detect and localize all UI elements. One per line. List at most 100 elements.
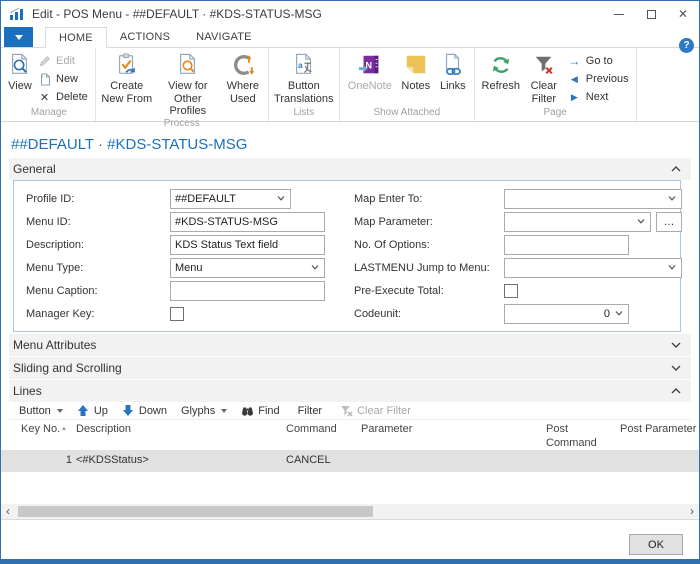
view-button[interactable]: View (6, 50, 34, 93)
view-for-other-profiles-button[interactable]: View for Other Profiles (155, 50, 221, 118)
chevron-down-icon (637, 219, 645, 224)
links-button[interactable]: Links (435, 50, 471, 93)
create-new-from-button[interactable]: Create New From (99, 50, 155, 105)
pre-execute-total-checkbox[interactable] (504, 284, 518, 298)
maximize-button[interactable] (635, 1, 667, 27)
app-menu-button[interactable] (4, 27, 33, 47)
field-label: Map Parameter: (354, 216, 504, 228)
manager-key-checkbox[interactable] (170, 307, 184, 321)
ribbon-group-page: Refresh Clear Filter → Go to (475, 48, 637, 121)
glyphs-menu[interactable]: Glyphs (181, 405, 227, 417)
chevron-up-icon (671, 388, 681, 394)
ok-button[interactable]: OK (629, 534, 683, 555)
chevron-down-icon (671, 365, 681, 371)
next-triangle-icon: ▶ (568, 91, 581, 104)
column-header-post-parameter[interactable]: Post Parameter (620, 423, 696, 435)
clear-filter-button[interactable]: Clear Filter (524, 50, 564, 105)
onenote-icon: N (357, 52, 383, 78)
minimize-button[interactable] (603, 1, 635, 27)
move-down-button[interactable]: Down (122, 404, 167, 417)
group-label-show-attached: Show Attached (343, 107, 471, 121)
column-header-command[interactable]: Command (286, 423, 337, 435)
new-button[interactable]: New (34, 70, 92, 88)
chevron-down-icon (277, 196, 285, 201)
column-header-description[interactable]: Description (76, 423, 131, 435)
map-enter-to-combo[interactable] (504, 189, 682, 209)
field-label: Codeunit: (354, 308, 504, 320)
document-search-icon (175, 52, 201, 78)
down-arrow-icon (122, 404, 135, 417)
previous-button[interactable]: ◀ Previous (564, 70, 633, 88)
column-header-parameter[interactable]: Parameter (361, 423, 412, 435)
clear-filter-small-icon (340, 404, 353, 417)
group-label-process: Process (99, 118, 265, 132)
edit-pencil-icon (38, 55, 51, 68)
help-icon[interactable]: ? (679, 38, 694, 53)
section-header-general[interactable]: General (9, 158, 691, 180)
go-to-button[interactable]: → Go to (564, 52, 633, 70)
menu-type-select[interactable]: Menu (170, 258, 325, 278)
delete-button[interactable]: ✕ Delete (34, 88, 92, 106)
section-header-lines[interactable]: Lines (9, 380, 691, 402)
scrollbar-track[interactable] (17, 506, 683, 517)
tab-home[interactable]: HOME (45, 27, 107, 48)
ribbon: View Edit (1, 48, 699, 122)
clipboard-check-icon (114, 52, 140, 78)
lastmenu-jump-combo[interactable] (504, 258, 682, 278)
column-header-post-command[interactable]: Post Command (546, 423, 604, 451)
onenote-button[interactable]: N OneNote (343, 50, 397, 93)
menu-id-input[interactable]: #KDS-STATUS-MSG (170, 212, 325, 232)
clear-filter-lines-button[interactable]: Clear Filter (340, 404, 411, 417)
menu-caption-input[interactable] (170, 281, 325, 301)
app-logo-icon (9, 7, 25, 21)
map-parameter-lookup-button[interactable]: … (656, 212, 682, 232)
field-label: Map Enter To: (354, 193, 504, 205)
maximize-icon (647, 10, 656, 19)
scroll-left-icon[interactable]: ‹ (1, 505, 15, 518)
close-button[interactable]: ✕ (667, 1, 699, 27)
map-parameter-combo[interactable] (504, 212, 651, 232)
notes-button[interactable]: Notes (397, 50, 435, 93)
refresh-button[interactable]: Refresh (478, 50, 524, 93)
svg-text:a: a (298, 60, 303, 70)
previous-triangle-icon: ◀ (568, 73, 581, 86)
refresh-icon (488, 52, 514, 78)
where-used-button[interactable]: Where Used (221, 50, 265, 105)
profile-id-combo[interactable]: ##DEFAULT (170, 189, 291, 209)
chevron-down-icon (671, 342, 681, 348)
scroll-right-icon[interactable]: › (685, 505, 699, 518)
field-label: Pre-Execute Total: (354, 285, 504, 297)
button-menu[interactable]: Button (19, 405, 63, 417)
tab-actions[interactable]: ACTIONS (107, 27, 183, 47)
column-header-key-no[interactable]: Key No. (21, 423, 58, 435)
scrollbar-thumb[interactable] (18, 506, 373, 517)
next-button[interactable]: ▶ Next (564, 88, 633, 106)
group-label-page: Page (478, 107, 633, 121)
filter-button[interactable]: Filter (298, 405, 322, 417)
ribbon-tab-row: HOME ACTIONS NAVIGATE (1, 27, 699, 48)
horizontal-scrollbar[interactable]: ‹ › (1, 504, 699, 519)
chevron-down-icon (668, 265, 676, 270)
button-translations-button[interactable]: a Button Translations (272, 50, 336, 105)
ribbon-group-show-attached: N OneNote Notes (340, 48, 475, 121)
section-header-sliding-and-scrolling[interactable]: Sliding and Scrolling (9, 357, 691, 379)
move-up-button[interactable]: Up (77, 404, 108, 417)
find-button[interactable]: Find (241, 404, 279, 417)
field-label: LASTMENU Jump to Menu: (354, 262, 504, 274)
titlebar: Edit - POS Menu - ##DEFAULT · #KDS-STATU… (1, 1, 699, 27)
no-of-options-input[interactable] (504, 235, 629, 255)
field-label: Menu ID: (26, 216, 170, 228)
field-label: Menu Caption: (26, 285, 170, 297)
table-row[interactable]: 1 <#KDSStatus> CANCEL (1, 450, 699, 472)
codeunit-combo[interactable]: 0 (504, 304, 629, 324)
field-label: Manager Key: (26, 308, 170, 320)
delete-x-icon: ✕ (38, 91, 51, 104)
up-arrow-icon (77, 404, 90, 417)
description-input[interactable]: KDS Status Text field (170, 235, 325, 255)
edit-button[interactable]: Edit (34, 52, 92, 70)
cell-command: CANCEL (286, 454, 331, 466)
minimize-icon (614, 14, 624, 15)
tab-navigate[interactable]: NAVIGATE (183, 27, 265, 47)
section-header-menu-attributes[interactable]: Menu Attributes (9, 334, 691, 356)
page-title: ##DEFAULT · #KDS-STATUS-MSG (11, 130, 699, 158)
